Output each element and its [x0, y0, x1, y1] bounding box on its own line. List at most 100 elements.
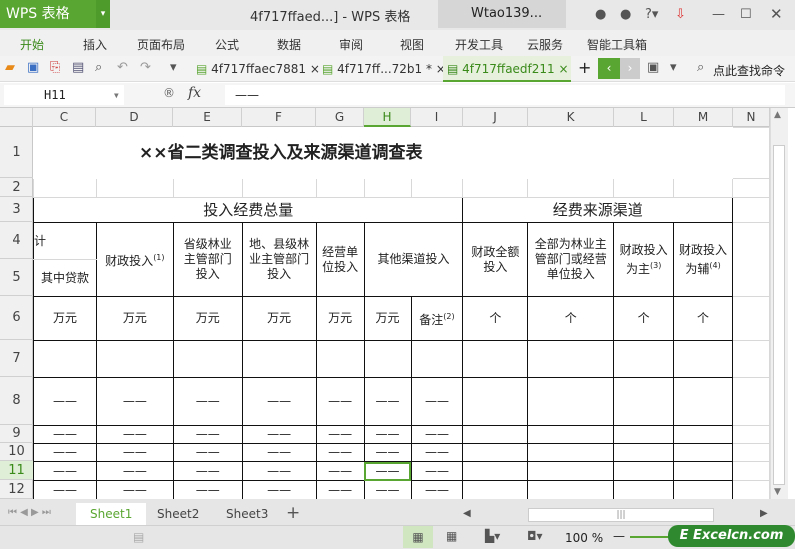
- next-tab-icon[interactable]: ›: [620, 58, 640, 79]
- scroll-down-icon[interactable]: ▼: [774, 487, 781, 497]
- wps-menu-button[interactable]: WPS 表格 ▾: [0, 0, 110, 28]
- header-fiscal[interactable]: 财政投入(1): [95, 222, 174, 297]
- column-header[interactable]: K: [528, 108, 614, 127]
- sheet-tab[interactable]: Sheet3: [212, 503, 282, 525]
- unit-cell[interactable]: 万元: [33, 296, 97, 341]
- print-icon[interactable]: ▤: [72, 60, 84, 75]
- dash-cell[interactable]: ——: [172, 461, 243, 481]
- dash-cell[interactable]: ——: [363, 480, 412, 499]
- zoom-level[interactable]: 100 %: [565, 531, 603, 545]
- skin-icon[interactable]: ●: [595, 7, 606, 22]
- column-header[interactable]: E: [173, 108, 242, 127]
- count-unit-cell[interactable]: 个: [527, 296, 615, 341]
- menu-view[interactable]: 视图: [400, 36, 424, 53]
- eye-protect-icon[interactable]: ◘▾: [527, 529, 543, 543]
- header-other[interactable]: 其他渠道投入: [363, 222, 464, 297]
- empty-cell[interactable]: [613, 461, 675, 481]
- dash-cell[interactable]: ——: [95, 443, 174, 462]
- empty-cell[interactable]: [613, 480, 675, 499]
- doc-tab[interactable]: ▤ 4f717ff...72b1 * ×: [318, 56, 446, 82]
- empty-cell[interactable]: [731, 425, 770, 444]
- empty-cell[interactable]: [527, 377, 615, 426]
- empty-cell[interactable]: [731, 377, 770, 426]
- dash-cell[interactable]: ——: [172, 377, 243, 426]
- page-break-view-icon[interactable]: ▦: [446, 529, 457, 543]
- empty-cell[interactable]: [613, 443, 675, 462]
- column-header[interactable]: N: [733, 108, 770, 127]
- menu-toolbox[interactable]: 智能工具箱: [587, 36, 647, 53]
- dash-cell[interactable]: ——: [241, 425, 317, 444]
- spreadsheet-grid[interactable]: ××省二类调查投入及来源渠道调查表 投入经费总量 经费来源渠道 计 财政投入(1)…: [33, 127, 770, 499]
- chevron-down-icon[interactable]: ▾: [113, 85, 120, 105]
- dash-cell[interactable]: ——: [172, 425, 243, 444]
- dash-cell[interactable]: ——: [315, 480, 365, 499]
- column-header[interactable]: C: [33, 108, 96, 127]
- empty-cell[interactable]: [527, 425, 615, 444]
- unit-cell[interactable]: 万元: [241, 296, 317, 341]
- menu-page-layout[interactable]: 页面布局: [137, 36, 185, 53]
- dash-cell[interactable]: ——: [410, 461, 464, 481]
- select-all[interactable]: [0, 108, 33, 127]
- dash-cell[interactable]: ——: [33, 461, 97, 481]
- count-unit-cell[interactable]: 个: [462, 296, 529, 341]
- unit-cell[interactable]: 万元: [172, 296, 243, 341]
- sheet-title[interactable]: ××省二类调查投入及来源渠道调查表: [33, 127, 733, 179]
- dash-cell[interactable]: ——: [410, 377, 464, 426]
- new-tab-icon[interactable]: +: [578, 58, 591, 77]
- empty-cell[interactable]: [462, 480, 529, 499]
- column-header[interactable]: J: [463, 108, 528, 127]
- dash-cell[interactable]: ——: [410, 443, 464, 462]
- add-sheet-icon[interactable]: +: [286, 503, 300, 523]
- print-preview-icon[interactable]: ⌕: [95, 60, 102, 75]
- row-header[interactable]: 6: [0, 296, 33, 340]
- scroll-up-icon[interactable]: ▲: [774, 110, 781, 120]
- formula-input[interactable]: ——: [225, 85, 785, 105]
- export-pdf-icon[interactable]: ⎘: [50, 60, 60, 75]
- redo-icon[interactable]: ↷: [140, 60, 151, 75]
- user-account[interactable]: Wtao139...: [438, 0, 566, 28]
- sheet-tab-active[interactable]: Sheet1: [76, 503, 147, 525]
- group-header-source[interactable]: 经费来源渠道: [462, 197, 733, 223]
- header-fiscal-main[interactable]: 财政投入为主(3): [613, 222, 675, 297]
- count-unit-cell[interactable]: 个: [673, 296, 733, 341]
- prev-tab-icon[interactable]: ‹: [598, 58, 620, 79]
- scroll-left-icon[interactable]: ◀: [463, 508, 471, 519]
- column-header[interactable]: D: [96, 108, 173, 127]
- dash-cell[interactable]: ——: [172, 480, 243, 499]
- row-header[interactable]: 9: [0, 425, 33, 443]
- header-total[interactable]: 计: [33, 222, 97, 260]
- dash-cell[interactable]: ——: [315, 425, 365, 444]
- empty-cell[interactable]: [673, 425, 733, 444]
- header-fiscal-aux[interactable]: 财政投入为辅(4): [673, 222, 733, 297]
- note-cell[interactable]: 备注(2): [410, 296, 464, 341]
- empty-cell[interactable]: [673, 443, 733, 462]
- menu-formulas[interactable]: 公式: [215, 36, 239, 53]
- menu-home[interactable]: 开始: [20, 36, 44, 53]
- dash-cell[interactable]: ——: [33, 377, 97, 426]
- dash-cell[interactable]: ——: [241, 461, 317, 481]
- row-header[interactable]: 12: [0, 480, 33, 499]
- close-icon[interactable]: ✕: [770, 5, 783, 23]
- header-operator[interactable]: 经营单位投入: [315, 222, 365, 297]
- group-header-investment[interactable]: 投入经费总量: [33, 197, 464, 223]
- vertical-scroll-thumb[interactable]: [773, 145, 785, 485]
- minimize-icon[interactable]: —: [712, 7, 725, 22]
- row-header[interactable]: 4: [0, 222, 33, 259]
- dash-cell[interactable]: ——: [410, 480, 464, 499]
- empty-cell[interactable]: [673, 480, 733, 499]
- dash-cell[interactable]: ——: [315, 461, 365, 481]
- dash-cell[interactable]: ——: [363, 443, 412, 462]
- menu-review[interactable]: 审阅: [339, 36, 363, 53]
- download-icon[interactable]: ⇩: [675, 7, 686, 22]
- feedback-icon[interactable]: ●: [620, 7, 631, 22]
- dash-cell[interactable]: ——: [95, 425, 174, 444]
- dash-cell[interactable]: ——: [95, 461, 174, 481]
- menu-developer[interactable]: 开发工具: [455, 36, 503, 53]
- column-header[interactable]: L: [614, 108, 674, 127]
- count-unit-cell[interactable]: 个: [613, 296, 675, 341]
- header-all-forestry[interactable]: 全部为林业主管部门或经营单位投入: [527, 222, 615, 297]
- row-header[interactable]: 8: [0, 377, 33, 425]
- dash-cell[interactable]: ——: [363, 377, 412, 426]
- insert-function-button[interactable]: fx: [188, 85, 201, 101]
- doc-tab[interactable]: ▤ 4f717ffaec7881 ×: [192, 56, 320, 82]
